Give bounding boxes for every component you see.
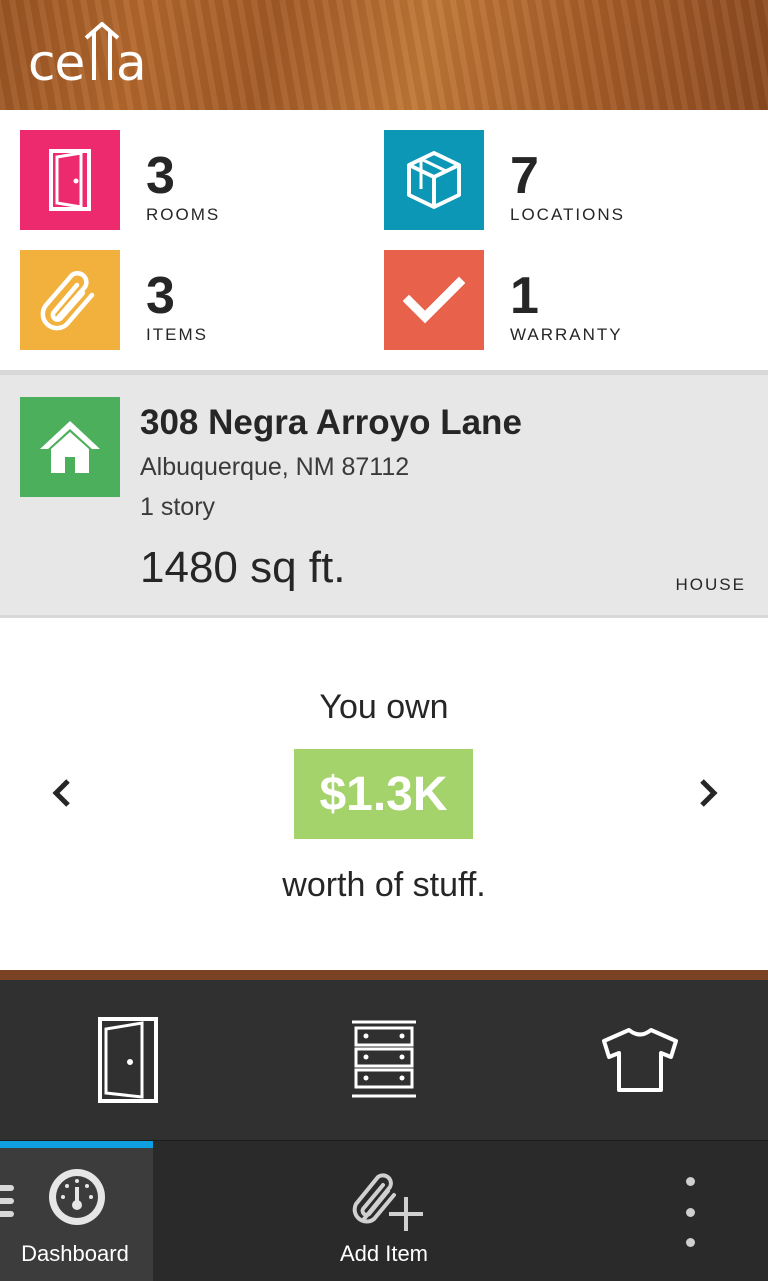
locations-shortcut[interactable] — [256, 980, 512, 1140]
dashboard-label: Dashboard — [21, 1241, 129, 1266]
overflow-menu-icon[interactable] — [660, 1177, 720, 1247]
add-attachment-icon — [350, 1163, 424, 1238]
house-icon — [20, 397, 120, 497]
value-prefix: You own — [319, 688, 449, 726]
dresser-icon — [352, 1020, 416, 1098]
stat-locations[interactable]: 7 LOCATIONS — [384, 130, 744, 230]
stat-value: 7 — [510, 147, 539, 205]
stat-rooms[interactable]: 3 ROOMS — [20, 130, 380, 230]
box-icon — [384, 130, 484, 230]
stats-panel: 3 ROOMS 7 LOCATIONS 3 ITEMS 1 WARRANTY — [0, 110, 768, 370]
app-logo: ce a — [28, 22, 148, 84]
property-stories: 1 story — [140, 493, 216, 521]
next-arrow-icon[interactable] — [688, 768, 728, 818]
dashboard-tab[interactable]: Dashboard — [0, 1141, 153, 1281]
section-divider — [0, 970, 768, 980]
paperclip-icon — [20, 250, 120, 350]
property-city: Albuquerque, NM 87112 — [140, 453, 410, 481]
items-shortcut[interactable] — [512, 980, 768, 1140]
stat-value: 1 — [510, 267, 539, 325]
stat-warranty[interactable]: 1 WARRANTY — [384, 250, 744, 350]
stat-label: ROOMS — [146, 205, 221, 224]
dashboard-gauge-icon — [47, 1167, 107, 1232]
previous-arrow-icon[interactable] — [42, 768, 82, 818]
stat-label: LOCATIONS — [510, 205, 625, 224]
stat-value: 3 — [146, 267, 175, 325]
value-summary: You own $1.3K worth of stuff. — [0, 618, 768, 970]
add-item-button[interactable]: Add Item — [304, 1141, 464, 1281]
stat-label: ITEMS — [146, 325, 208, 344]
door-icon — [20, 130, 120, 230]
tab-menu-handle-icon[interactable] — [0, 1185, 14, 1224]
stat-items[interactable]: 3 ITEMS — [20, 250, 380, 350]
action-bar: Dashboard Add Item — [0, 1140, 768, 1281]
rooms-shortcut[interactable] — [0, 980, 256, 1140]
add-item-label: Add Item — [339, 1241, 429, 1266]
property-address: 308 Negra Arroyo Lane — [140, 403, 522, 442]
value-suffix: worth of stuff. — [282, 866, 486, 904]
app-header: ce a — [0, 0, 768, 110]
active-tab-indicator — [0, 1141, 153, 1148]
property-size: 1480 sq ft. — [140, 543, 346, 592]
property-type: HOUSE — [675, 575, 746, 594]
svg-text:a: a — [116, 34, 147, 84]
checkmark-icon — [384, 250, 484, 350]
shortcut-bar — [0, 980, 768, 1140]
value-amount: $1.3K — [294, 749, 473, 839]
stat-label: WARRANTY — [510, 325, 623, 344]
stat-value: 3 — [146, 147, 175, 205]
svg-text:ce: ce — [28, 34, 84, 84]
tshirt-icon — [602, 1028, 678, 1092]
door-outline-icon — [98, 1017, 158, 1103]
property-card[interactable]: 308 Negra Arroyo Lane Albuquerque, NM 87… — [0, 370, 768, 618]
